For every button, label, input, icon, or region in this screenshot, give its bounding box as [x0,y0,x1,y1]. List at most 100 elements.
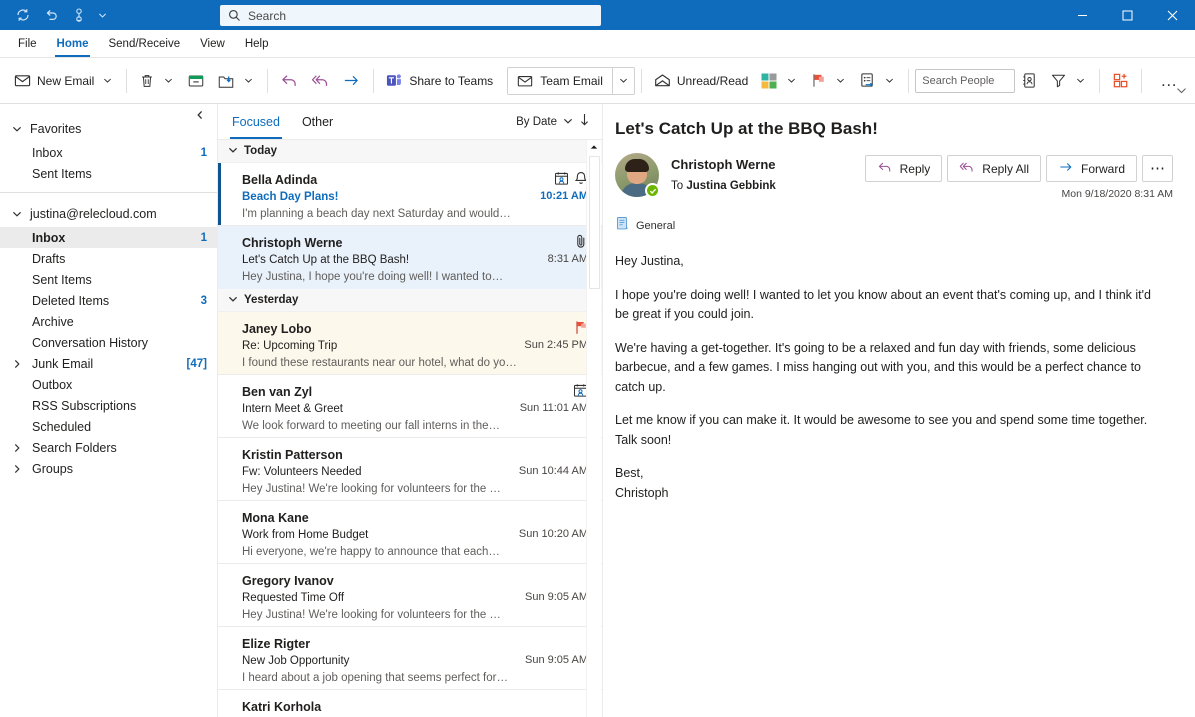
chevron-down-icon[interactable] [161,76,175,85]
search-box[interactable] [220,5,601,26]
more-actions-button[interactable]: ⋯ [1142,155,1173,182]
search-input[interactable] [248,6,601,25]
favorites-group-header[interactable]: Favorites [0,116,217,142]
sidebar-item-scheduled[interactable]: Scheduled [0,416,217,437]
sidebar-item-sent-items[interactable]: Sent Items [0,269,217,290]
maximize-button[interactable] [1105,0,1150,30]
chevron-down-icon[interactable] [882,76,896,85]
message-list-body[interactable]: Today Bella Adinda Beach Day Plans! I'm … [218,140,602,717]
chevron-down-icon[interactable] [100,76,114,85]
sidebar-item-conversation-history[interactable]: Conversation History [0,332,217,353]
folder-label: Sent Items [32,166,92,181]
table-row[interactable]: Ben van Zyl Intern Meet & Greet We look … [218,375,602,438]
sync-icon[interactable] [10,3,36,27]
tab-home[interactable]: Home [47,31,99,57]
reply-all-button[interactable] [305,65,336,97]
forward-button[interactable]: Forward [1045,155,1137,182]
sort-direction-icon[interactable] [579,113,590,131]
forward-button[interactable] [336,65,367,97]
sensitivity-label-text: General [636,220,676,232]
table-row[interactable]: Mona Kane Work from Home Budget Hi every… [218,501,602,564]
sidebar-item-drafts[interactable]: Drafts [0,248,217,269]
rules-icon [859,72,876,89]
chevron-down-icon[interactable] [784,76,798,85]
sidebar-item-favorites-inbox[interactable]: Inbox 1 [0,142,217,163]
quick-access-more-icon[interactable] [94,3,110,27]
chevron-right-icon[interactable] [10,464,24,474]
sidebar-item-deleted-items[interactable]: Deleted Items 3 [0,290,217,311]
table-row[interactable]: Katri Korhola Thank You for Your Help Su… [218,690,602,717]
undo-icon[interactable] [38,3,64,27]
tab-send-receive[interactable]: Send/Receive [98,31,190,57]
team-email-button[interactable]: Team Email [507,66,635,95]
scroll-up-icon[interactable] [587,140,601,154]
sidebar-item-search-folders[interactable]: Search Folders [0,437,217,458]
table-row[interactable]: Christoph Werne Let's Catch Up at the BB… [218,226,602,289]
filter-button[interactable] [1044,65,1093,97]
table-row[interactable]: Bella Adinda Beach Day Plans! I'm planni… [218,163,602,226]
date-group-header-today[interactable]: Today [218,140,602,163]
close-button[interactable] [1150,0,1195,30]
search-people-input[interactable] [915,68,1016,93]
chevron-down-icon[interactable] [1073,76,1087,85]
new-email-button[interactable]: New Email [8,65,120,97]
address-book-button[interactable] [1015,65,1044,97]
table-row[interactable]: Janey Lobo Re: Upcoming Trip I found the… [218,312,602,375]
rules-button[interactable] [853,65,902,97]
chevron-down-icon[interactable] [563,113,573,131]
chevron-right-icon[interactable] [10,359,24,369]
ribbon-tabs: File Home Send/Receive View Help [0,30,1195,58]
reply-button[interactable]: Reply [864,155,943,182]
tab-file[interactable]: File [8,31,47,57]
reply-button[interactable] [274,65,305,97]
avatar[interactable] [615,153,660,198]
tab-focused[interactable]: Focused [230,104,282,139]
table-row[interactable]: Elize Rigter New Job Opportunity I heard… [218,627,602,690]
scrollbar-thumb[interactable] [589,156,600,289]
account-group-header[interactable]: justina@relecloud.com [0,201,217,227]
table-row[interactable]: Kristin Patterson Fw: Volunteers Needed … [218,438,602,501]
follow-up-flag-button[interactable] [804,65,853,97]
reply-all-button[interactable]: Reply All [947,155,1041,182]
delete-button[interactable] [133,65,181,97]
share-to-teams-button[interactable]: Share to Teams [380,65,499,97]
date-group-header-yesterday[interactable]: Yesterday [218,289,602,312]
forward-label: Forward [1080,161,1125,176]
message-list-scrollbar[interactable] [586,140,601,717]
chevron-down-icon[interactable] [833,76,847,85]
unread-read-button[interactable]: Unread/Read [648,65,754,97]
get-addins-button[interactable] [1106,65,1135,97]
sidebar-item-favorites-sent[interactable]: Sent Items [0,163,217,184]
message-meta: 8:31 AM [548,234,588,265]
touch-mode-icon[interactable] [66,3,92,27]
move-to-folder-button[interactable] [211,65,261,97]
sidebar-item-archive[interactable]: Archive [0,311,217,332]
folder-label: Conversation History [32,335,149,350]
team-email-main[interactable]: Team Email [508,68,612,94]
sidebar-item-junk-email[interactable]: Junk Email [47] [0,353,217,374]
table-row[interactable]: Gregory Ivanov Requested Time Off Hey Ju… [218,564,602,627]
minimize-button[interactable] [1060,0,1105,30]
sidebar-item-groups[interactable]: Groups [0,458,217,479]
collapse-folder-pane-icon[interactable] [191,106,209,124]
sidebar-item-rss-subscriptions[interactable]: RSS Subscriptions [0,395,217,416]
tab-help[interactable]: Help [235,31,279,57]
message-time: Sun 2:45 PM [524,339,588,351]
categorize-button[interactable] [754,65,804,97]
folder-label: Drafts [32,251,66,266]
chevron-right-icon[interactable] [10,443,24,453]
ribbon-collapse-icon[interactable] [1176,83,1187,101]
team-email-dropdown[interactable] [611,67,634,94]
sidebar-item-inbox[interactable]: Inbox 1 [0,227,217,248]
tab-view[interactable]: View [190,31,235,57]
tab-other[interactable]: Other [300,104,335,139]
archive-button[interactable] [181,65,211,97]
message-list-header: Focused Other By Date [218,104,602,140]
sort-control[interactable]: By Date [516,113,590,131]
sidebar-item-outbox[interactable]: Outbox [0,374,217,395]
sensitivity-label[interactable]: General [615,216,1173,236]
reply-all-arrow-icon [959,159,975,178]
message-sender: Christoph Werne [242,236,343,250]
chevron-down-icon[interactable] [241,76,255,85]
message-time: Sun 10:44 AM [518,465,588,477]
